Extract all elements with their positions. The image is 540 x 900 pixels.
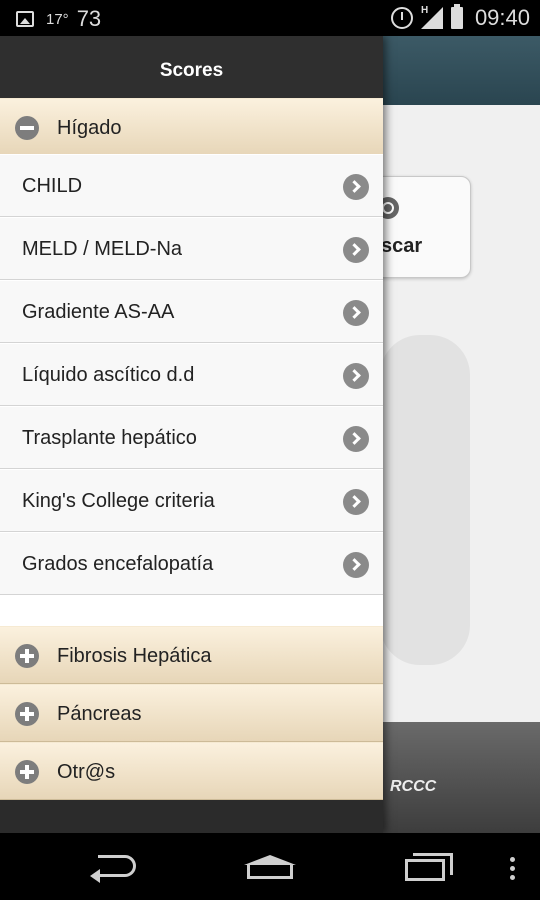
signal-icon: H bbox=[420, 5, 443, 29]
status-left: 17° 73 bbox=[16, 6, 101, 32]
overflow-menu-icon[interactable] bbox=[510, 857, 516, 881]
chevron-right-circle-icon bbox=[343, 300, 369, 326]
home-icon[interactable] bbox=[244, 855, 296, 881]
list-item-gradiente[interactable]: Gradiente AS-AA bbox=[0, 280, 383, 343]
drawer-title: Scores bbox=[159, 60, 224, 81]
list-item-label: Trasplante hepático bbox=[22, 427, 197, 449]
section-label: Fibrosis Hepática bbox=[57, 645, 212, 667]
status-time: 09:40 bbox=[474, 5, 530, 30]
list-item-encefalopatia[interactable]: Grados encefalopatía bbox=[0, 532, 383, 595]
list-item-liquido-ascitico[interactable]: Líquido ascítico d.d bbox=[0, 343, 383, 406]
chevron-right-circle-icon bbox=[343, 363, 369, 389]
section-fibrosis-header[interactable]: Fibrosis Hepática bbox=[0, 626, 383, 684]
status-bar: 17° 73 H 09:40 bbox=[0, 0, 540, 36]
section-label: Hígado bbox=[57, 117, 122, 139]
minus-circle-icon bbox=[15, 116, 39, 140]
higado-item-list: CHILD MELD / MELD-Na Gradiente AS-AA Líq… bbox=[0, 154, 383, 626]
image-notification-icon bbox=[16, 11, 34, 27]
chevron-right-circle-icon bbox=[343, 174, 369, 200]
battery-icon bbox=[450, 4, 463, 29]
list-item-trasplante[interactable]: Trasplante hepático bbox=[0, 406, 383, 469]
section-pancreas-header[interactable]: Páncreas bbox=[0, 684, 383, 742]
list-item-meld[interactable]: MELD / MELD-Na bbox=[0, 217, 383, 280]
status-right: H 09:40 bbox=[390, 4, 530, 31]
list-item-label: CHILD bbox=[22, 175, 83, 197]
plus-circle-icon bbox=[15, 644, 39, 668]
background-watermark bbox=[380, 335, 470, 665]
scores-drawer: Scores Hígado CHILD MELD / MELD-Na Gradi… bbox=[0, 36, 383, 833]
recent-apps-icon[interactable] bbox=[405, 853, 453, 883]
chevron-right-circle-icon bbox=[343, 552, 369, 578]
list-item-child[interactable]: CHILD bbox=[0, 154, 383, 217]
network-type: H bbox=[420, 5, 429, 16]
notification-count: 73 bbox=[76, 6, 102, 31]
list-item-label: Líquido ascítico d.d bbox=[22, 364, 195, 386]
plus-circle-icon bbox=[15, 702, 39, 726]
section-label: Otr@s bbox=[57, 761, 116, 783]
chevron-right-circle-icon bbox=[343, 426, 369, 452]
search-button-label: scar bbox=[381, 235, 423, 257]
navigation-bar bbox=[0, 833, 540, 900]
list-item-label: MELD / MELD-Na bbox=[22, 238, 183, 260]
footer-text: RCCC bbox=[390, 778, 437, 795]
alarm-icon bbox=[390, 7, 413, 29]
section-otros-header[interactable]: Otr@s bbox=[0, 742, 383, 800]
chevron-right-circle-icon bbox=[343, 489, 369, 515]
plus-circle-icon bbox=[15, 760, 39, 784]
list-item-label: King's College criteria bbox=[22, 490, 215, 512]
chevron-right-circle-icon bbox=[343, 237, 369, 263]
section-higado-header[interactable]: Hígado bbox=[0, 98, 383, 156]
temperature-text: 17° bbox=[46, 10, 69, 28]
section-label: Páncreas bbox=[57, 703, 142, 725]
list-item-label: Grados encefalopatía bbox=[22, 553, 214, 575]
list-item-kings-college[interactable]: King's College criteria bbox=[0, 469, 383, 532]
drawer-header: Scores bbox=[0, 36, 383, 98]
list-item-label: Gradiente AS-AA bbox=[22, 301, 175, 323]
back-icon[interactable] bbox=[90, 855, 136, 883]
